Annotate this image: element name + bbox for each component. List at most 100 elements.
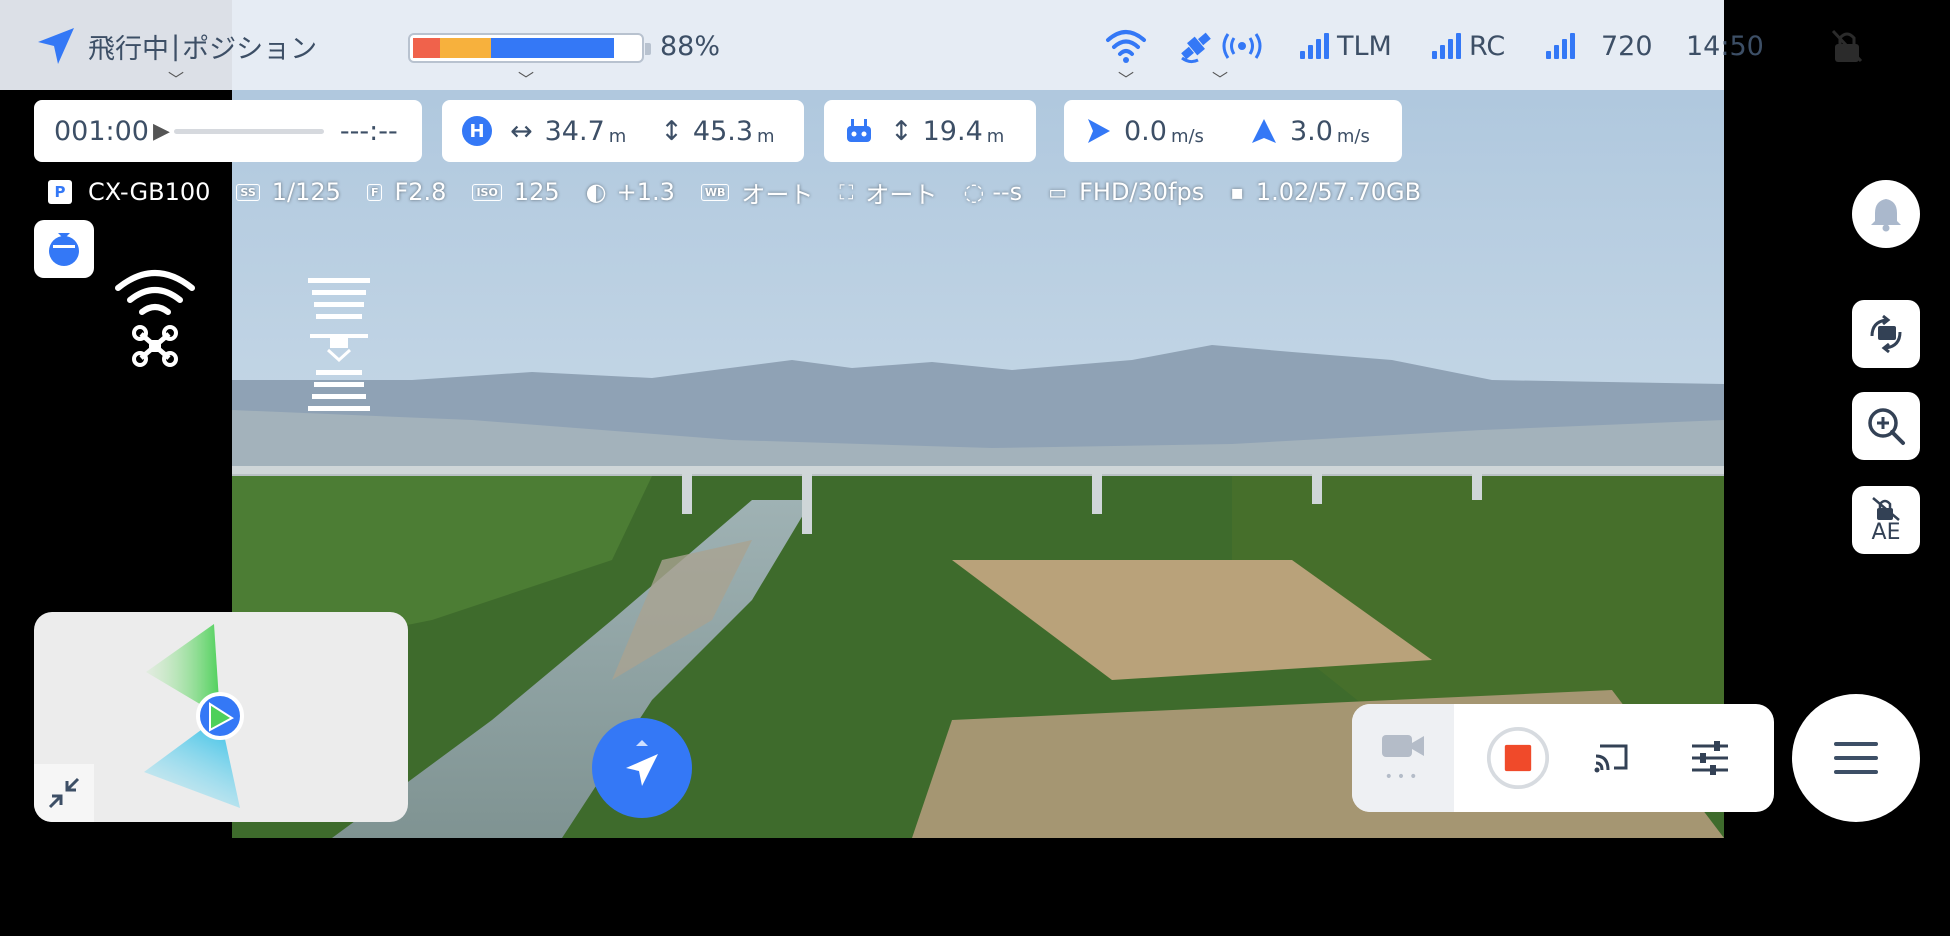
flight-separator: | <box>171 30 181 62</box>
video-quality: 720 <box>1601 30 1653 62</box>
camera-mode-button[interactable]: ••• <box>1352 704 1454 812</box>
camera-model-label: CX-GB100 <box>88 178 211 206</box>
shutter-param[interactable]: SS 1/125 <box>236 178 341 206</box>
chevron-down-icon[interactable]: ﹀ <box>1118 66 1134 90</box>
chevron-down-icon[interactable]: ﹀ <box>518 66 534 90</box>
hamburger-icon <box>1834 742 1878 774</box>
wifi-status[interactable] <box>1104 24 1148 68</box>
flight-state: 飛行中 <box>88 33 169 65</box>
controller-height-unit: m <box>986 125 1005 147</box>
camera-switch-button[interactable] <box>1852 300 1920 368</box>
controller-info: ↕ 19.4 m <box>824 100 1036 162</box>
ae-lock-icon <box>1872 497 1900 521</box>
pitch-ladder-icon <box>308 278 370 411</box>
sd-card-icon: ▪ <box>1230 180 1244 204</box>
camera-control-bar: ••• <box>1352 704 1774 812</box>
shutter-icon: SS <box>236 183 260 201</box>
lock-slash-icon <box>1831 29 1863 63</box>
ev-icon: ◐ <box>585 178 607 206</box>
camera-rotate-icon <box>1870 314 1902 354</box>
horizontal-speed-unit: m/s <box>1170 125 1204 147</box>
focus-icon: ⛶ <box>839 180 854 204</box>
format-param[interactable]: ▭ FHD/30fps <box>1048 178 1204 206</box>
interval-icon: ◌ <box>963 178 985 206</box>
height-icon: ↕ <box>660 115 683 147</box>
flight-mode-selector[interactable]: 飛行中 | ポジション <box>34 24 317 68</box>
camera-mode-badge: P <box>48 180 72 204</box>
video-signal: 720 <box>1546 24 1653 68</box>
video-camera-icon <box>1382 735 1424 757</box>
chevron-down-icon[interactable]: ﹀ <box>168 66 184 90</box>
record-button[interactable] <box>1486 726 1550 790</box>
distance-value: 34.7 <box>544 115 605 147</box>
top-status-bar: 飛行中 | ポジション ﹀ ﹀ 88% ﹀ ﹀ TLM RC 720 14:50 <box>0 0 1950 90</box>
mini-map[interactable] <box>34 612 408 822</box>
height-unit: m <box>757 125 775 147</box>
controller-height: 19.4 <box>922 115 983 147</box>
flight-mode: ポジション <box>182 33 318 65</box>
wb-param[interactable]: WB オート <box>700 175 813 210</box>
home-icon: H <box>462 116 492 146</box>
chevron-down-icon[interactable]: ﹀ <box>1212 66 1228 90</box>
tlm-signal: TLM <box>1300 24 1392 68</box>
record-time: 001:00 <box>54 115 149 147</box>
main-menu-button[interactable] <box>1792 694 1920 822</box>
distance-unit: m <box>608 125 627 147</box>
cast-icon <box>1594 744 1628 773</box>
wb-icon: WB <box>700 183 730 201</box>
ae-lock-button[interactable]: AE <box>1852 486 1920 554</box>
satellite-icon <box>1181 32 1262 64</box>
drone-wifi-icon <box>115 270 195 367</box>
gimbal-icon <box>49 233 79 266</box>
height-value: 45.3 <box>692 115 754 147</box>
rc-signal: RC <box>1432 24 1505 68</box>
speed-info: 0.0 m/s 3.0 m/s <box>1064 100 1402 162</box>
more-dots: ••• <box>1384 769 1422 785</box>
forward-arrow-icon <box>1088 119 1110 143</box>
camera-model[interactable]: P CX-GB100 <box>48 178 210 206</box>
iso-param[interactable]: ISO 125 <box>472 178 560 206</box>
ev-param[interactable]: ◐ +1.3 <box>586 178 675 206</box>
collapse-map-button[interactable] <box>34 764 94 822</box>
lock-toggle[interactable] <box>1830 24 1864 68</box>
record-timer: 001:00 ▶ ---:-- <box>34 100 422 162</box>
remaining-time: ---:-- <box>339 115 398 147</box>
bell-icon <box>1871 199 1901 232</box>
battery-bar[interactable] <box>408 33 651 63</box>
focus-param[interactable]: ⛶ オート <box>839 175 937 210</box>
play-icon: ▶ <box>153 118 170 144</box>
aperture-icon: F <box>366 183 383 201</box>
zoom-in-icon <box>1868 408 1905 445</box>
notification-button[interactable] <box>1852 180 1920 248</box>
vertical-speed-unit: m/s <box>1336 125 1370 147</box>
position-info: H ↔ 34.7 m ↕ 45.3 m <box>442 100 804 162</box>
clock: 14:50 <box>1686 30 1764 62</box>
aperture-param[interactable]: F F2.8 <box>366 178 446 206</box>
camera-params: P CX-GB100 SS 1/125 F F2.8 ISO 125 ◐ +1.3 WB… <box>48 174 1447 210</box>
cast-button[interactable] <box>1580 726 1644 790</box>
rc-label: RC <box>1469 30 1506 62</box>
record-progress <box>173 128 324 134</box>
up-arrow-icon <box>1251 119 1276 143</box>
nav-arrow-icon <box>38 28 74 64</box>
horizontal-speed: 0.0 <box>1124 115 1167 147</box>
format-icon: ▭ <box>1048 180 1068 204</box>
zoom-button[interactable] <box>1852 392 1920 460</box>
compass-button[interactable] <box>592 718 692 818</box>
wifi-icon <box>1106 30 1146 63</box>
settings-button[interactable] <box>1678 726 1742 790</box>
signal-bars-icon <box>1300 33 1329 59</box>
signal-bars-icon <box>1432 33 1461 59</box>
gps-status[interactable] <box>1176 24 1266 68</box>
storage-param[interactable]: ▪ 1.02/57.70GB <box>1230 178 1421 206</box>
ae-label: AE <box>1871 520 1901 545</box>
height-icon: ↕ <box>890 115 913 147</box>
tlm-label: TLM <box>1337 30 1392 62</box>
nav-arrow-icon <box>626 740 658 786</box>
gimbal-pitch-indicator <box>306 276 372 418</box>
iso-icon: ISO <box>472 183 502 201</box>
gimbal-button[interactable] <box>34 220 94 278</box>
drone-link-status <box>112 262 198 374</box>
vertical-speed: 3.0 <box>1289 115 1333 147</box>
interval-param[interactable]: ◌ --s <box>963 178 1022 206</box>
